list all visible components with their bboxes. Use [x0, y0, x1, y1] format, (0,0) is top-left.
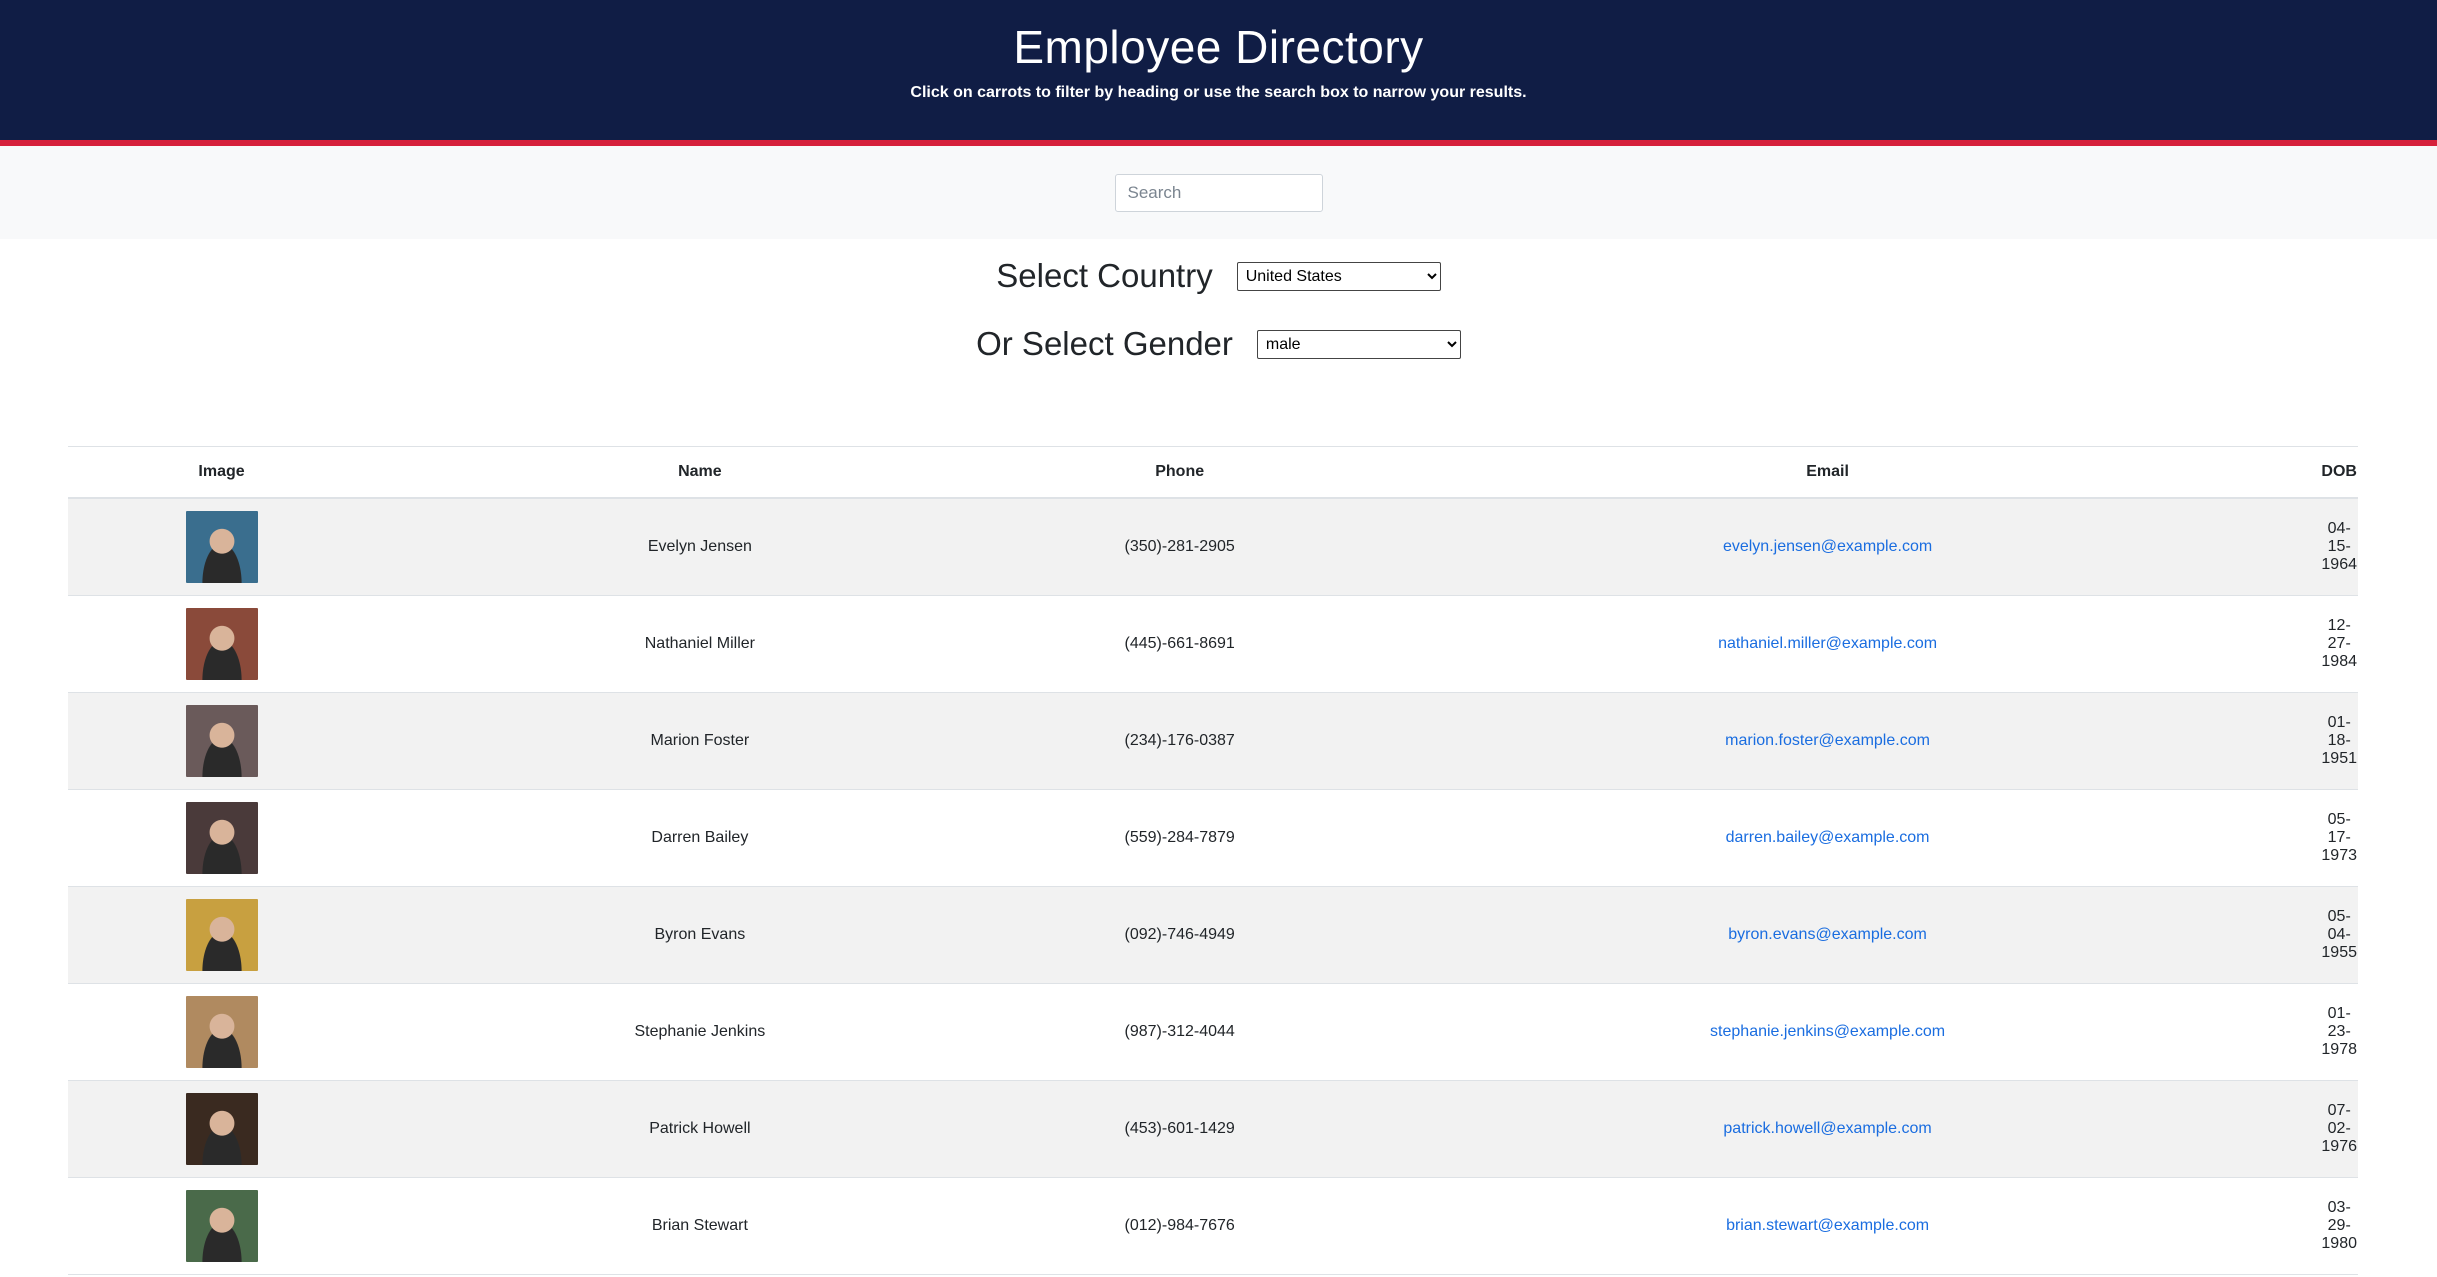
employee-table-container: Image Name Phone Email DOB Evelyn Jensen… [68, 446, 2358, 1275]
employee-name: Darren Bailey [651, 828, 749, 846]
table-row: Nathaniel Miller (445)-661-8691 nathanie… [68, 595, 2358, 692]
employee-avatar-image [185, 607, 258, 680]
employee-email-link[interactable]: brian.stewart@example.com [1726, 1217, 1929, 1234]
employee-phone: (987)-312-4044 [1124, 1022, 1235, 1040]
country-select[interactable]: United States [1236, 261, 1441, 291]
header-phone[interactable]: Phone [1024, 446, 1335, 499]
employee-email-link[interactable]: patrick.howell@example.com [1723, 1120, 1931, 1137]
employee-phone: (350)-281-2905 [1124, 537, 1235, 555]
gender-filter: Or Select Gender male [0, 325, 2437, 363]
employee-name: Marion Foster [650, 731, 750, 749]
employee-name: Byron Evans [654, 925, 746, 943]
employee-name: Nathaniel Miller [644, 634, 755, 652]
employee-dob: 05-17-1973 [2321, 810, 2357, 864]
table-row: Marion Foster (234)-176-0387 marion.fost… [68, 692, 2358, 789]
employee-email-link[interactable]: marion.foster@example.com [1725, 732, 1930, 749]
table-row: Brian Stewart (012)-984-7676 brian.stewa… [68, 1177, 2358, 1274]
employee-avatar-image [185, 704, 258, 777]
search-section [0, 146, 2437, 239]
employee-avatar-image [185, 801, 258, 874]
employee-dob: 05-04-1955 [2321, 907, 2357, 961]
employee-table: Image Name Phone Email DOB Evelyn Jensen… [68, 446, 2358, 1275]
employee-avatar-image [185, 1092, 258, 1165]
employee-dob: 01-18-1951 [2321, 713, 2357, 767]
employee-email-link[interactable]: stephanie.jenkins@example.com [1710, 1023, 1945, 1040]
employee-phone: (092)-746-4949 [1124, 925, 1235, 943]
country-filter: Select Country United States [0, 257, 2437, 295]
employee-avatar-image [185, 1189, 258, 1262]
employee-phone: (234)-176-0387 [1124, 731, 1235, 749]
employee-email-link[interactable]: evelyn.jensen@example.com [1723, 538, 1932, 555]
employee-phone: (012)-984-7676 [1124, 1216, 1235, 1234]
header-image[interactable]: Image [68, 446, 376, 499]
employee-avatar-image [185, 898, 258, 971]
table-body: Evelyn Jensen (350)-281-2905 evelyn.jens… [68, 498, 2358, 1274]
gender-filter-label: Or Select Gender [976, 325, 1233, 362]
header-dob[interactable]: DOB [2320, 446, 2358, 499]
table-row: Darren Bailey (559)-284-7879 darren.bail… [68, 789, 2358, 886]
employee-phone: (559)-284-7879 [1124, 828, 1235, 846]
page-title: Employee Directory [1013, 21, 1424, 73]
employee-email-link[interactable]: nathaniel.miller@example.com [1718, 635, 1937, 652]
employee-dob: 03-29-1980 [2321, 1198, 2357, 1252]
employee-name: Brian Stewart [651, 1216, 748, 1234]
search-input[interactable] [1114, 173, 1323, 212]
employee-phone: (453)-601-1429 [1124, 1119, 1235, 1137]
employee-name: Patrick Howell [649, 1119, 751, 1137]
page-subtitle: Click on carrots to filter by heading or… [910, 84, 1527, 101]
country-filter-label: Select Country [996, 257, 1213, 294]
employee-email-link[interactable]: darren.bailey@example.com [1726, 829, 1930, 846]
employee-email-link[interactable]: byron.evans@example.com [1728, 926, 1927, 943]
employee-phone: (445)-661-8691 [1124, 634, 1235, 652]
gender-select[interactable]: male [1256, 329, 1461, 359]
table-row: Patrick Howell (453)-601-1429 patrick.ho… [68, 1080, 2358, 1177]
table-header-row: Image Name Phone Email DOB [68, 446, 2358, 499]
table-row: Stephanie Jenkins (987)-312-4044 stephan… [68, 983, 2358, 1080]
employee-dob: 01-23-1978 [2321, 1004, 2357, 1058]
page-header: Employee Directory Click on carrots to f… [0, 0, 2437, 146]
employee-name: Stephanie Jenkins [634, 1022, 766, 1040]
table-row: Evelyn Jensen (350)-281-2905 evelyn.jens… [68, 498, 2358, 595]
employee-name: Evelyn Jensen [647, 537, 752, 555]
table-row: Byron Evans (092)-746-4949 byron.evans@e… [68, 886, 2358, 983]
employee-avatar-image [185, 510, 258, 583]
header-email[interactable]: Email [1334, 446, 2321, 499]
employee-avatar-image [185, 995, 258, 1068]
header-name[interactable]: Name [375, 446, 1025, 499]
employee-dob: 12-27-1984 [2321, 616, 2357, 670]
employee-dob: 04-15-1964 [2321, 519, 2357, 573]
employee-dob: 07-02-1976 [2321, 1101, 2357, 1155]
